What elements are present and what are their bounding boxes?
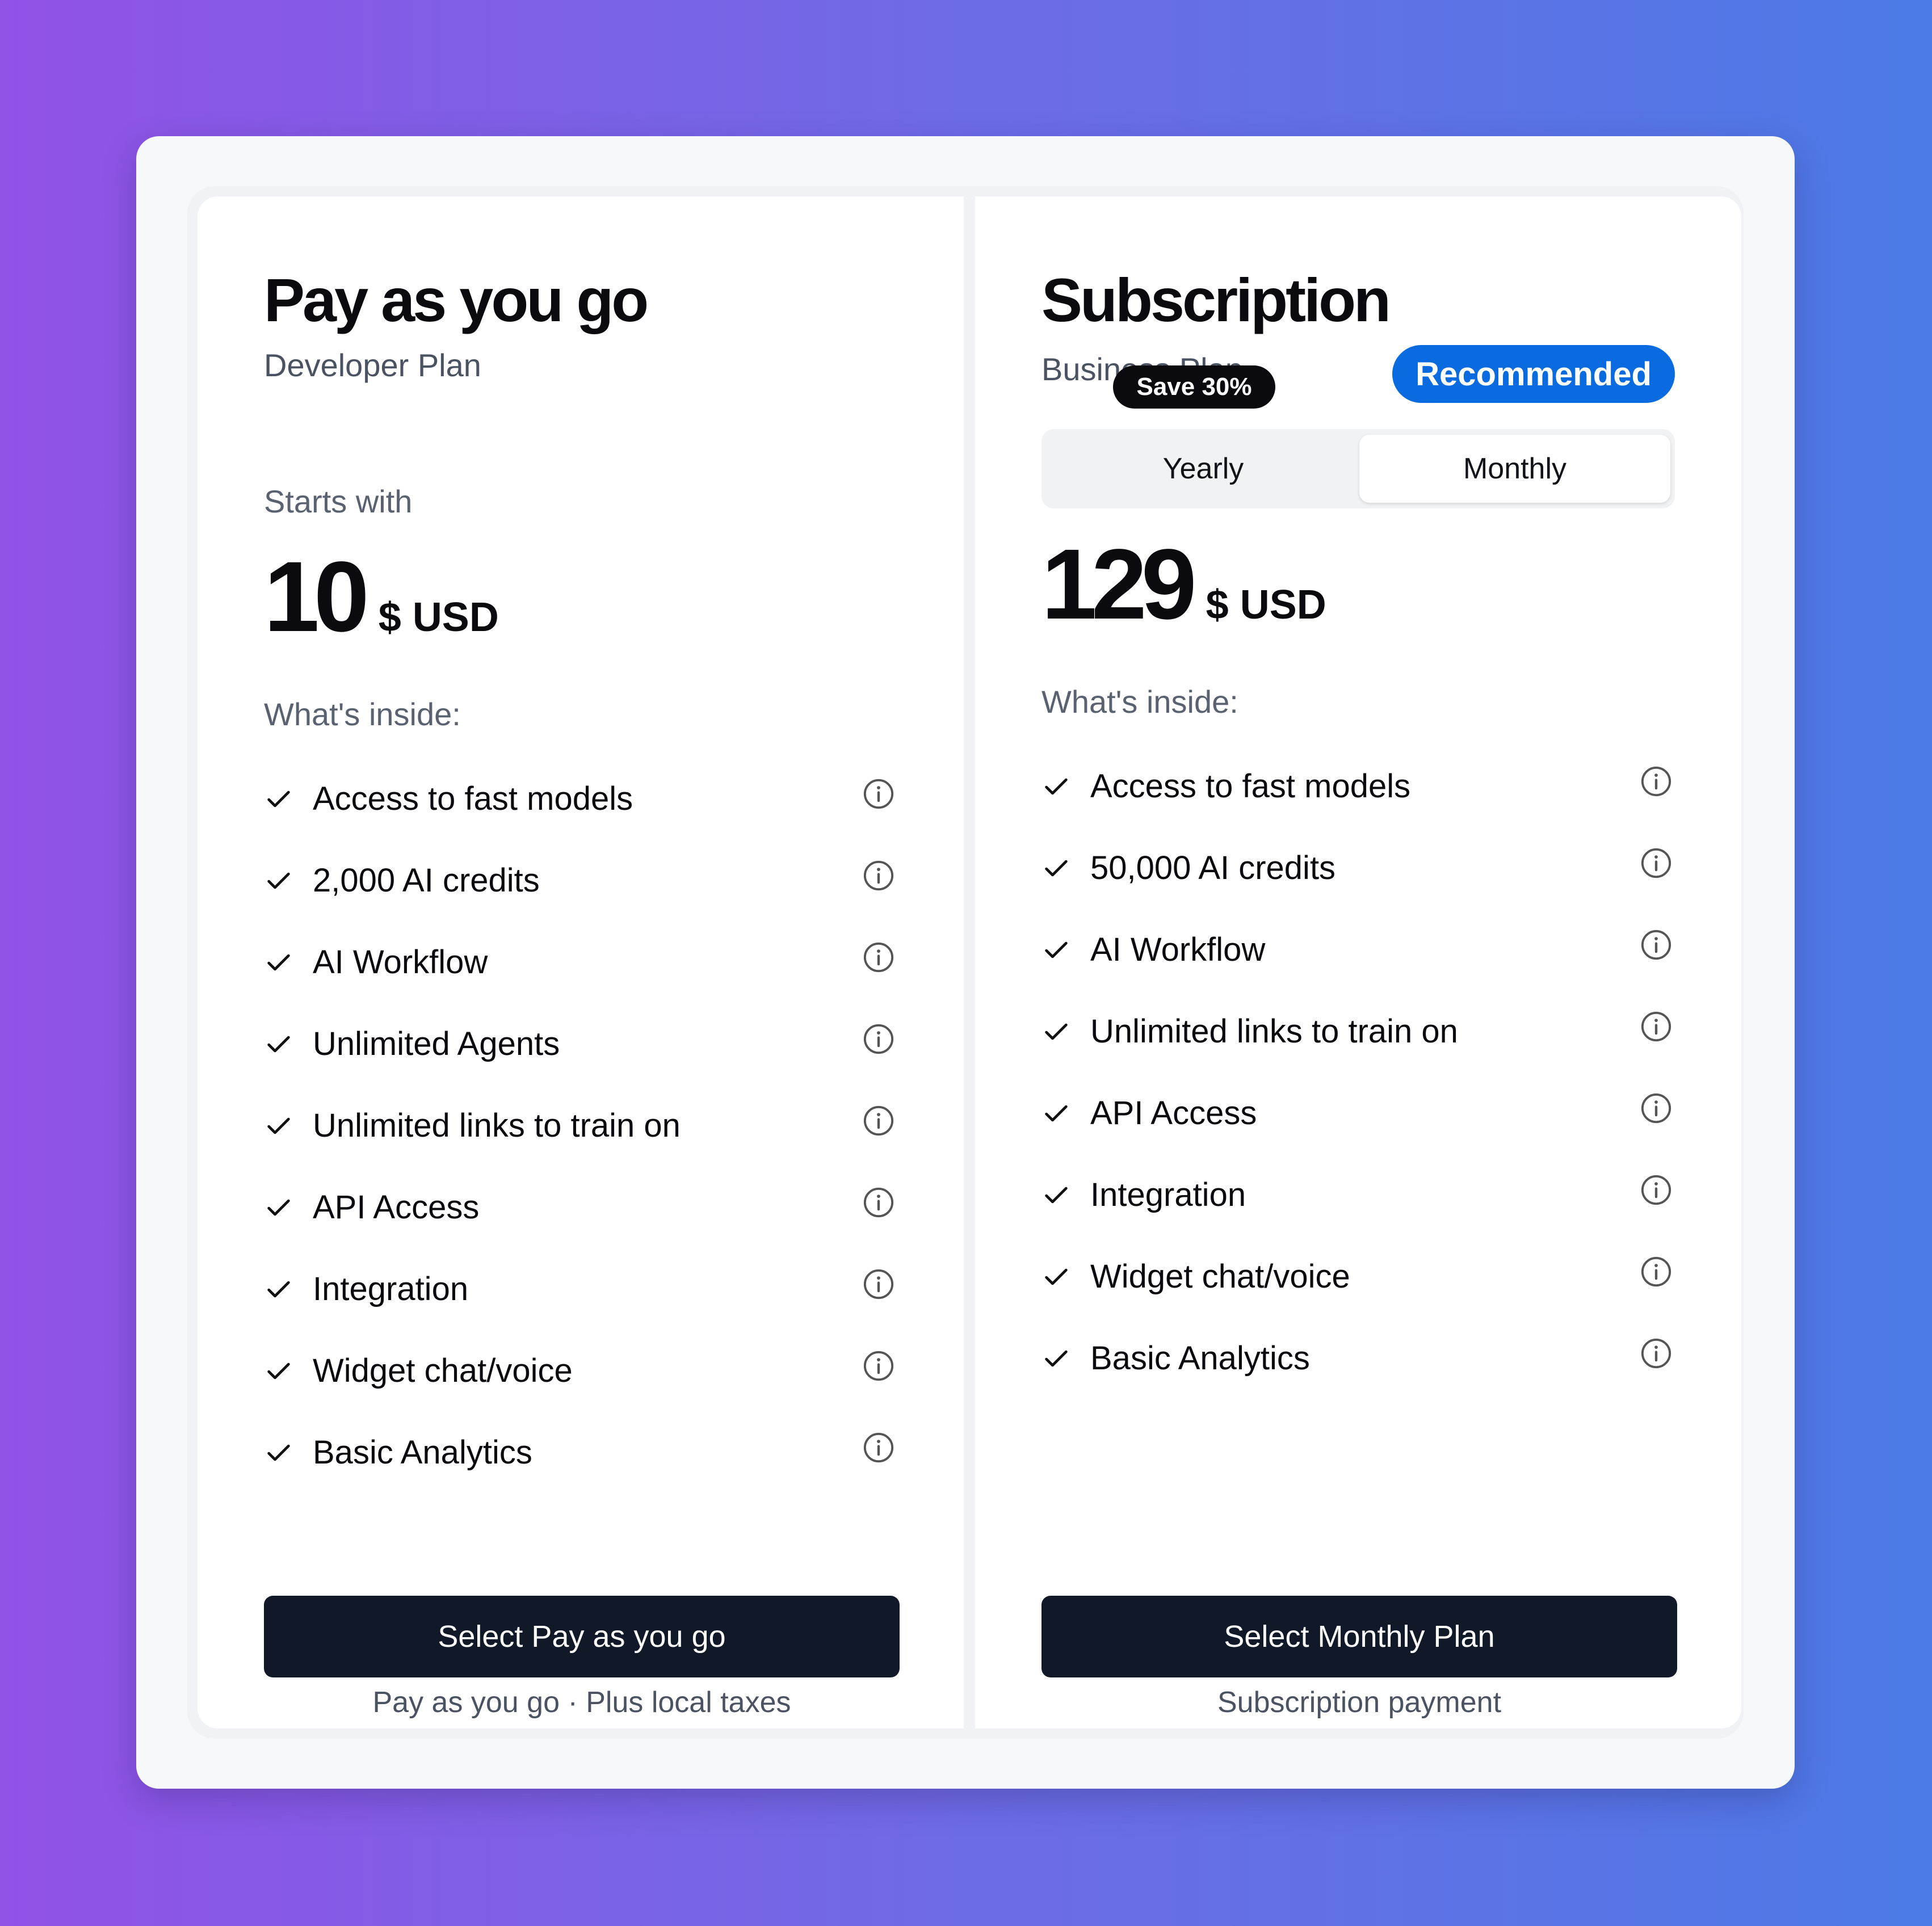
info-icon[interactable] [1640,1010,1673,1043]
info-icon[interactable] [862,1268,895,1301]
recommended-badge: Recommended [1392,345,1675,403]
check-icon [267,1199,290,1216]
feature-label: 2,000 AI credits [313,862,540,899]
feature-label: Basic Analytics [1090,1340,1310,1377]
features-heading: What's inside: [264,696,461,732]
plan-subtitle: Developer Plan [264,347,481,383]
info-icon[interactable] [862,1431,895,1464]
info-icon[interactable] [862,941,895,974]
check-icon [267,1281,290,1298]
info-icon[interactable] [862,1349,895,1382]
feature-item: Unlimited links to train on [264,1096,900,1178]
feature-label: 50,000 AI credits [1090,850,1336,886]
feature-item: Unlimited Agents [264,1015,900,1096]
check-icon [1045,941,1068,958]
pricing-panel: Pay as you go Developer Plan Starts with… [187,186,1744,1739]
plan-title: Subscription [1041,266,1391,334]
features-heading: What's inside: [1041,684,1238,720]
feature-label: AI Workflow [1090,931,1266,968]
price: 129 $ USD [1041,535,1326,634]
info-icon[interactable] [862,1023,895,1055]
feature-label: Integration [1090,1176,1246,1213]
feature-item: Access to fast models [1041,757,1677,839]
info-icon[interactable] [862,1104,895,1137]
price-prefix: Starts with [264,483,413,519]
feature-item: Integration [1041,1166,1677,1247]
check-icon [1045,1350,1068,1367]
feature-item: AI Workflow [264,933,900,1015]
select-pay-as-you-go-button[interactable]: Select Pay as you go [264,1596,900,1677]
feature-label: AI Workflow [313,944,488,981]
price-currency: $ USD [378,595,499,640]
feature-label: Unlimited Agents [313,1025,560,1062]
feature-item: 2,000 AI credits [264,851,900,933]
select-monthly-plan-button[interactable]: Select Monthly Plan [1041,1596,1677,1677]
info-icon[interactable] [1640,1337,1673,1370]
feature-item: Basic Analytics [1041,1329,1677,1411]
check-icon [267,954,290,971]
price-amount: 10 [264,541,369,653]
billing-period-toggle: Yearly Monthly [1041,429,1675,508]
check-icon [267,1117,290,1134]
check-icon [267,872,290,889]
price: 10 $ USD [264,547,499,647]
info-icon[interactable] [1640,847,1673,880]
feature-item: Widget chat/voice [1041,1247,1677,1329]
feature-item: Access to fast models [264,769,900,851]
plan-card-subscription: Subscription Business Plan Recommended Y… [975,196,1741,1729]
info-icon[interactable] [1640,928,1673,961]
toggle-monthly[interactable]: Monthly [1359,435,1670,503]
info-icon[interactable] [862,777,895,810]
check-icon [267,1363,290,1380]
info-icon[interactable] [1640,1174,1673,1206]
info-icon[interactable] [1640,1255,1673,1288]
price-currency: $ USD [1206,582,1326,628]
toggle-yearly[interactable]: Yearly [1041,435,1365,503]
payment-note: Subscription payment [1217,1686,1502,1719]
feature-item: Widget chat/voice [264,1342,900,1423]
feature-label: Basic Analytics [313,1434,532,1471]
feature-list: Access to fast models 2,000 AI credits A… [264,769,900,1505]
check-icon [1045,778,1068,795]
feature-item: Unlimited links to train on [1041,1002,1677,1084]
check-icon [1045,1105,1068,1122]
feature-item: Basic Analytics [264,1423,900,1505]
feature-item: API Access [1041,1084,1677,1166]
check-icon [1045,1187,1068,1204]
feature-item: 50,000 AI credits [1041,839,1677,920]
plan-card-pay-as-you-go: Pay as you go Developer Plan Starts with… [198,196,964,1729]
check-icon [1045,860,1068,877]
feature-label: Widget chat/voice [313,1352,573,1389]
info-icon[interactable] [862,1186,895,1219]
price-amount: 129 [1041,529,1197,640]
save-badge: Save 30% [1113,365,1275,409]
check-icon [1045,1268,1068,1285]
feature-label: API Access [1090,1095,1257,1132]
feature-label: Unlimited links to train on [1090,1013,1458,1050]
feature-item: AI Workflow [1041,920,1677,1002]
feature-label: API Access [313,1189,480,1226]
plan-title: Pay as you go [264,266,649,334]
info-icon[interactable] [1640,765,1673,798]
check-icon [267,1444,290,1461]
feature-item: API Access [264,1178,900,1260]
feature-label: Access to fast models [313,780,633,817]
feature-list: Access to fast models 50,000 AI credits … [1041,757,1677,1411]
info-icon[interactable] [862,859,895,892]
feature-label: Integration [313,1271,469,1307]
feature-label: Unlimited links to train on [313,1107,681,1144]
pricing-container: Pay as you go Developer Plan Starts with… [136,136,1795,1789]
payment-note: Pay as you go · Plus local taxes [372,1686,791,1719]
feature-label: Access to fast models [1090,768,1411,805]
check-icon [267,1036,290,1053]
feature-label: Widget chat/voice [1090,1258,1350,1295]
info-icon[interactable] [1640,1092,1673,1125]
feature-item: Integration [264,1260,900,1342]
check-icon [1045,1023,1068,1040]
check-icon [267,790,290,808]
